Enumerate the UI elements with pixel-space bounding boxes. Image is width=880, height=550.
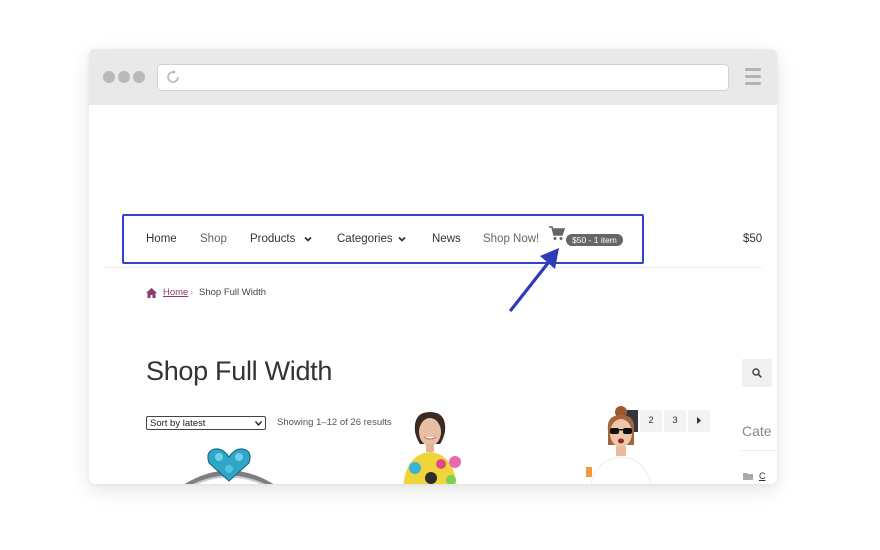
window-dot <box>118 71 130 83</box>
sidebar-divider <box>742 450 777 451</box>
sort-select[interactable]: Sort by latest <box>146 416 266 430</box>
annotation-arrow <box>509 248 559 312</box>
window-dot <box>133 71 145 83</box>
window-dot <box>103 71 115 83</box>
results-count: Showing 1–12 of 26 results <box>277 417 392 428</box>
menu-icon[interactable] <box>745 68 761 85</box>
home-icon <box>146 288 157 298</box>
breadcrumb-separator: › <box>190 287 194 298</box>
product-image-model[interactable] <box>395 410 465 484</box>
breadcrumb-current: Shop Full Width <box>199 287 267 298</box>
next-page-icon <box>697 417 701 424</box>
breadcrumb-home-link[interactable]: Home <box>163 287 188 298</box>
browser-toolbar <box>89 49 777 105</box>
chevron-down-icon <box>255 421 262 426</box>
sidebar-search-button[interactable] <box>742 359 772 387</box>
product-image-model-sunglasses[interactable] <box>586 405 656 484</box>
browser-window: Home Shop Products Categories News Shop … <box>89 49 777 484</box>
page-title: Shop Full Width <box>146 356 333 386</box>
sidebar-title: Cate <box>742 423 772 439</box>
cart-total[interactable]: $50 <box>743 233 762 245</box>
sidebar-category-link[interactable]: C <box>759 471 766 481</box>
pagination-next[interactable] <box>688 410 710 432</box>
folder-icon <box>743 473 753 480</box>
sort-selected-value: Sort by latest <box>150 418 206 429</box>
reload-icon[interactable] <box>166 70 180 84</box>
address-bar[interactable] <box>157 64 729 91</box>
product-image-ring[interactable] <box>181 443 277 484</box>
search-icon <box>752 368 762 378</box>
header-divider <box>104 267 762 268</box>
web-page: Home Shop Products Categories News Shop … <box>89 105 777 484</box>
pagination-page[interactable]: 3 <box>664 410 686 432</box>
